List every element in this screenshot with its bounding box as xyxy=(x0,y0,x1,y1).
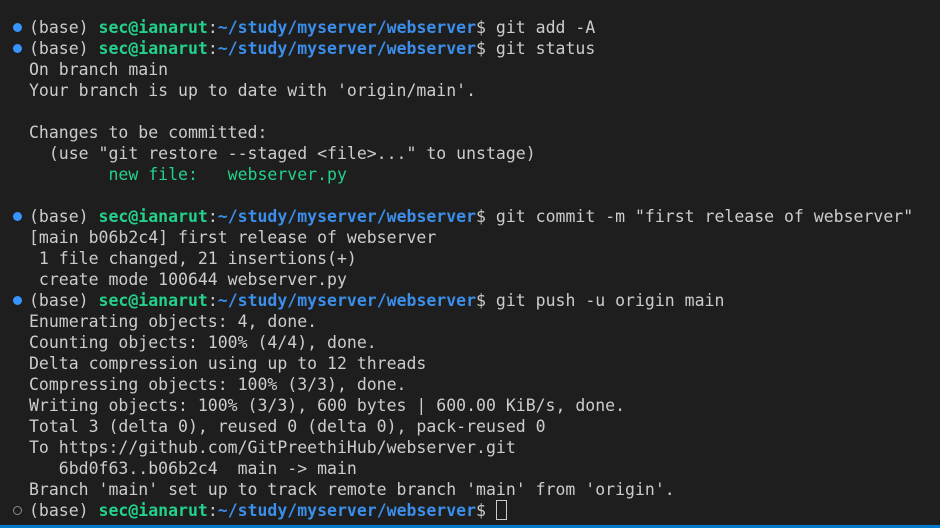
prompt-separator: : xyxy=(207,501,218,520)
output-line: Delta compression using up to 12 threads xyxy=(0,353,940,374)
output-line: Writing objects: 100% (3/3), 600 bytes |… xyxy=(0,395,940,416)
output-line: (use "git restore --staged <file>..." to… xyxy=(0,143,940,164)
output-line: new file: webserver.py xyxy=(0,164,940,185)
prompt-symbol: $ xyxy=(476,501,486,520)
prompt-symbol: $ xyxy=(476,291,486,310)
output-line: create mode 100644 webserver.py xyxy=(0,269,940,290)
output-line: Branch 'main' set up to track remote bra… xyxy=(0,479,940,500)
prompt-separator: : xyxy=(207,39,218,58)
output-line: To https://github.com/GitPreethiHub/webs… xyxy=(0,437,940,458)
command-line: (base) sec@ianarut:~/study/myserver/webs… xyxy=(0,206,940,227)
output-line: Enumerating objects: 4, done. xyxy=(0,311,940,332)
output-text: [main b06b2c4] first release of webserve… xyxy=(29,228,437,247)
terminal-output[interactable]: (base) sec@ianarut:~/study/myserver/webs… xyxy=(0,17,940,521)
output-text: Total 3 (delta 0), reused 0 (delta 0), p… xyxy=(29,417,546,436)
output-text: 6bd0f63..b06b2c4 main -> main xyxy=(29,459,357,478)
output-text: Changes to be committed: xyxy=(29,123,268,142)
prompt-path: ~/study/myserver/webserver xyxy=(217,207,477,226)
output-line: Changes to be committed: xyxy=(0,122,940,143)
output-text: Writing objects: 100% (3/3), 600 bytes |… xyxy=(29,396,626,415)
prompt-user-host: sec@ianarut xyxy=(98,207,208,226)
output-text: Counting objects: 100% (4/4), done. xyxy=(29,333,377,352)
terminal-cursor[interactable] xyxy=(495,500,507,520)
command-line: (base) sec@ianarut:~/study/myserver/webs… xyxy=(0,38,940,59)
staged-file-line: new file: webserver.py xyxy=(29,165,347,184)
output-text: On branch main xyxy=(29,60,169,79)
output-line: 6bd0f63..b06b2c4 main -> main xyxy=(0,458,940,479)
prompt-symbol: $ xyxy=(476,39,486,58)
output-text: Your branch is up to date with 'origin/m… xyxy=(29,81,477,100)
prompt-user-host: sec@ianarut xyxy=(98,501,208,520)
prompt-env: (base) xyxy=(29,291,89,310)
output-text: Enumerating objects: 4, done. xyxy=(29,312,318,331)
output-text: Compressing objects: 100% (3/3), done. xyxy=(29,375,407,394)
prompt-user-host: sec@ianarut xyxy=(98,18,208,37)
prompt-separator: : xyxy=(207,18,218,37)
command-success-decoration-icon[interactable] xyxy=(13,44,22,53)
output-line: 1 file changed, 21 insertions(+) xyxy=(0,248,940,269)
command-text: git add -A xyxy=(495,18,596,37)
command-success-decoration-icon[interactable] xyxy=(13,23,22,32)
output-text: Branch 'main' set up to track remote bra… xyxy=(29,480,675,499)
command-success-decoration-icon[interactable] xyxy=(13,296,22,305)
prompt-env: (base) xyxy=(29,39,89,58)
output-line: Your branch is up to date with 'origin/m… xyxy=(0,80,940,101)
output-line: Counting objects: 100% (4/4), done. xyxy=(0,332,940,353)
output-line: [main b06b2c4] first release of webserve… xyxy=(0,227,940,248)
prompt-user-host: sec@ianarut xyxy=(98,291,208,310)
prompt-path: ~/study/myserver/webserver xyxy=(217,18,477,37)
output-line: Compressing objects: 100% (3/3), done. xyxy=(0,374,940,395)
prompt-separator: : xyxy=(207,291,218,310)
prompt-separator: : xyxy=(207,207,218,226)
command-text: git status xyxy=(495,39,596,58)
output-line: On branch main xyxy=(0,59,940,80)
command-line: (base) sec@ianarut:~/study/myserver/webs… xyxy=(0,17,940,38)
prompt-env: (base) xyxy=(29,501,89,520)
command-line: (base) sec@ianarut:~/study/myserver/webs… xyxy=(0,290,940,311)
output-text: (use "git restore --staged <file>..." to… xyxy=(29,144,536,163)
prompt-symbol: $ xyxy=(476,207,486,226)
prompt-symbol: $ xyxy=(476,18,486,37)
output-line: Total 3 (delta 0), reused 0 (delta 0), p… xyxy=(0,416,940,437)
prompt-env: (base) xyxy=(29,18,89,37)
prompt-path: ~/study/myserver/webserver xyxy=(217,291,477,310)
output-text: 1 file changed, 21 insertions(+) xyxy=(29,249,357,268)
output-text: create mode 100644 webserver.py xyxy=(29,270,347,289)
prompt-path: ~/study/myserver/webserver xyxy=(217,39,477,58)
command-pending-decoration-icon[interactable] xyxy=(13,506,22,515)
command-line: (base) sec@ianarut:~/study/myserver/webs… xyxy=(0,500,940,521)
prompt-env: (base) xyxy=(29,207,89,226)
command-text: git push -u origin main xyxy=(495,291,725,310)
prompt-path: ~/study/myserver/webserver xyxy=(217,501,477,520)
command-success-decoration-icon[interactable] xyxy=(13,212,22,221)
output-text: Delta compression using up to 12 threads xyxy=(29,354,427,373)
command-text: git commit -m "first release of webserve… xyxy=(495,207,914,226)
output-text: To https://github.com/GitPreethiHub/webs… xyxy=(29,438,516,457)
prompt-user-host: sec@ianarut xyxy=(98,39,208,58)
